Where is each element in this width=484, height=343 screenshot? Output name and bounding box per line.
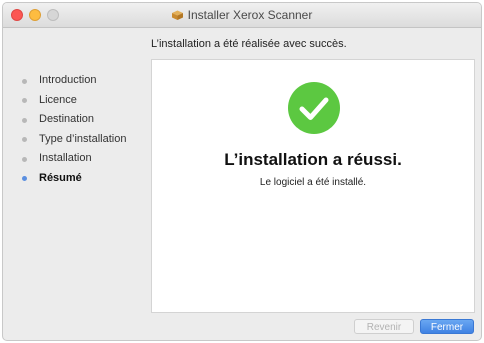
sidebar-item-label: Type d’installation (39, 132, 127, 145)
sidebar-item-label: Résumé (39, 171, 82, 184)
sidebar-item-destination: Destination (17, 110, 147, 130)
sidebar-item-label: Introduction (39, 74, 97, 86)
sidebar-item-label: Licence (39, 93, 77, 106)
step-dot-icon (22, 137, 27, 142)
success-message: Le logiciel a été installé. (259, 177, 367, 188)
sidebar-item-installation: Installation (17, 149, 147, 169)
checkmark-circle-icon (288, 82, 340, 134)
success-headline: L’installation a réussi. (224, 150, 402, 169)
sidebar-item-summary: Résumé (17, 169, 147, 189)
step-dot-active-icon (22, 176, 27, 181)
title-bar[interactable]: Installer Xerox Scanner (3, 3, 481, 28)
installer-window: Installer Xerox Scanner L’installation a… (2, 2, 482, 341)
sidebar-item-introduction: Introduction (17, 71, 147, 91)
step-dot-icon (22, 78, 27, 84)
steps-sidebar: Introduction Licence Destination Type d’… (17, 71, 147, 188)
step-dot-icon (22, 117, 27, 123)
close-button[interactable]: Fermer (420, 319, 474, 334)
step-subheading: L’installation a été réalisée avec succè… (151, 38, 347, 50)
package-icon (171, 10, 183, 20)
step-dot-icon (22, 98, 27, 103)
summary-panel: L’installation a réussi. Le logiciel a é… (151, 59, 475, 313)
window-title: Installer Xerox Scanner (3, 3, 481, 27)
sidebar-item-installation-type: Type d’installation (17, 130, 147, 150)
sidebar-item-licence: Licence (17, 91, 147, 111)
sidebar-item-label: Installation (39, 152, 92, 164)
window-title-text: Installer Xerox Scanner (187, 8, 313, 22)
back-button[interactable]: Revenir (354, 319, 414, 334)
sidebar-item-label: Destination (39, 113, 95, 125)
step-dot-icon (22, 156, 27, 162)
